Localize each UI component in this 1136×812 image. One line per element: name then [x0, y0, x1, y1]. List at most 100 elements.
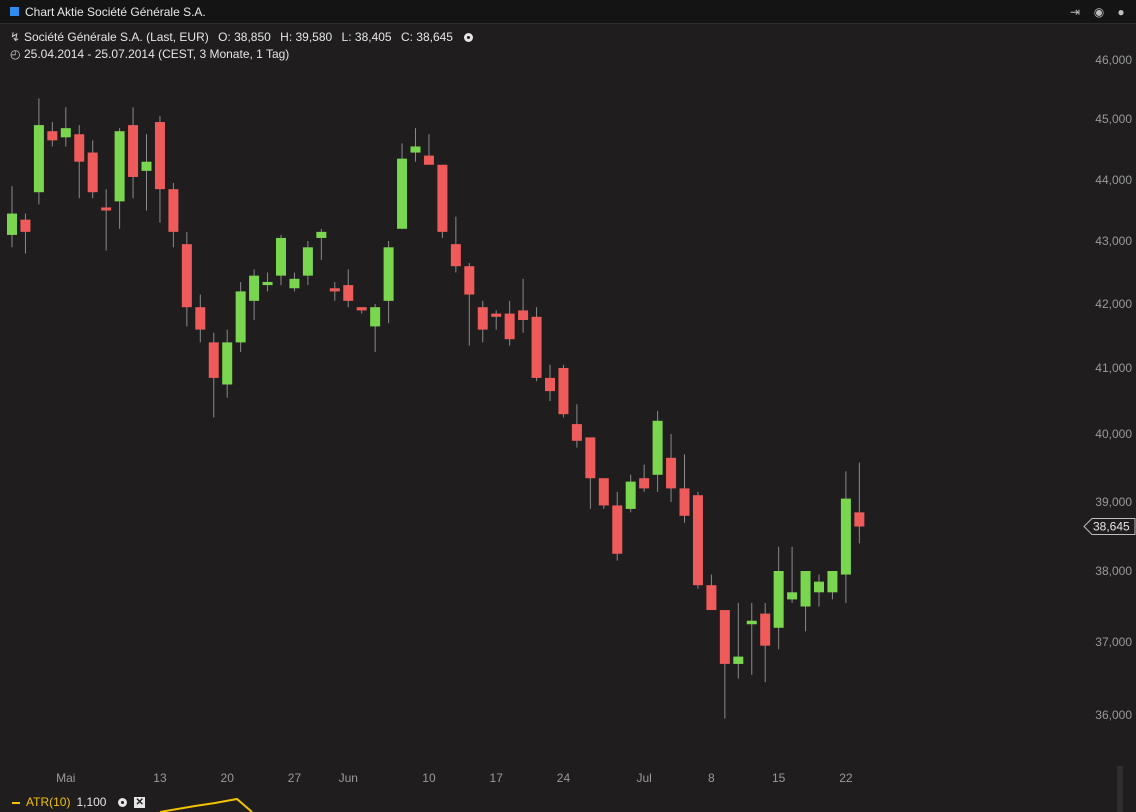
scrollbar[interactable] — [1117, 766, 1123, 812]
candle-down[interactable] — [423, 155, 434, 165]
x-axis: Mai 13 20 27 Jun 10 17 24 Jul 8 15 22 — [56, 771, 853, 785]
candle-down[interactable] — [87, 152, 98, 193]
candle-down[interactable] — [181, 244, 192, 308]
y-tick-label: 46,000 — [1095, 53, 1132, 67]
candle-up[interactable] — [746, 620, 757, 625]
atr-close-icon[interactable]: ✕ — [134, 797, 146, 809]
candle-down[interactable] — [504, 313, 515, 340]
last-price-label: 38,645 — [1093, 519, 1130, 533]
candle-up[interactable] — [302, 247, 313, 276]
candle-bodies — [7, 122, 865, 664]
candle-up[interactable] — [235, 291, 246, 343]
candle-down[interactable] — [491, 313, 502, 317]
candle-up[interactable] — [289, 278, 300, 289]
candle-down[interactable] — [437, 164, 448, 232]
candle-down[interactable] — [464, 266, 475, 295]
candle-up[interactable] — [60, 128, 71, 138]
candle-up[interactable] — [316, 231, 327, 238]
candle-up[interactable] — [222, 342, 233, 385]
y-axis: 36,000 37,000 38,000 39,000 40,000 41,000 42,0… — [1095, 53, 1132, 722]
candle-down[interactable] — [558, 368, 569, 415]
candle-down[interactable] — [692, 495, 703, 586]
candle-up[interactable] — [733, 656, 744, 664]
y-tick-label: 37,000 — [1095, 635, 1132, 649]
candle-up[interactable] — [114, 131, 125, 202]
candle-up[interactable] — [276, 237, 286, 276]
y-tick-label: 41,000 — [1095, 361, 1132, 375]
atr-line — [159, 797, 253, 812]
candle-down[interactable] — [128, 125, 139, 177]
x-tick-label: 8 — [708, 771, 715, 785]
y-tick-label: 42,000 — [1095, 297, 1132, 311]
candle-down[interactable] — [154, 122, 165, 190]
candle-up[interactable] — [33, 125, 44, 193]
candle-up[interactable] — [625, 481, 636, 509]
candle-down[interactable] — [329, 288, 340, 292]
candle-up[interactable] — [262, 281, 273, 286]
candle-up[interactable] — [814, 581, 824, 593]
candle-down[interactable] — [666, 457, 677, 489]
candle-up[interactable] — [410, 146, 421, 153]
x-tick-label: Jul — [636, 771, 651, 785]
price-chart[interactable]: 36,000 37,000 38,000 39,000 40,000 41,000 42,0… — [0, 0, 1136, 812]
candle-up[interactable] — [249, 275, 260, 301]
candle-down[interactable] — [343, 285, 354, 301]
x-tick-label: 20 — [221, 771, 235, 785]
candle-down[interactable] — [571, 424, 582, 441]
candle-up[interactable] — [370, 307, 381, 327]
y-tick-label: 44,000 — [1095, 173, 1132, 187]
y-tick-label: 45,000 — [1095, 112, 1132, 126]
candle-down[interactable] — [518, 310, 529, 320]
candle-up[interactable] — [397, 158, 408, 229]
y-tick-label: 43,000 — [1095, 234, 1132, 248]
x-tick-label: 15 — [772, 771, 786, 785]
candle-down[interactable] — [706, 585, 717, 611]
x-tick-label: 13 — [153, 771, 167, 785]
x-tick-label: Jun — [339, 771, 358, 785]
atr-line-icon — [12, 801, 20, 804]
candle-up[interactable] — [800, 571, 811, 607]
candle-up[interactable] — [827, 571, 838, 593]
candle-down[interactable] — [477, 307, 488, 330]
candle-down[interactable] — [679, 488, 690, 516]
x-tick-label: Mai — [56, 771, 75, 785]
candle-down[interactable] — [208, 342, 219, 378]
x-tick-label: 10 — [422, 771, 436, 785]
candle-down[interactable] — [612, 505, 623, 554]
y-tick-label: 39,000 — [1095, 495, 1132, 509]
x-tick-label: 27 — [288, 771, 302, 785]
atr-value: 1,100 — [76, 795, 107, 809]
candle-down[interactable] — [450, 244, 461, 267]
candle-down[interactable] — [545, 377, 555, 392]
candle-down[interactable] — [168, 189, 179, 232]
y-tick-label: 40,000 — [1095, 427, 1132, 441]
candle-down[interactable] — [531, 316, 542, 378]
candle-down[interactable] — [101, 207, 112, 211]
candle-up[interactable] — [141, 161, 152, 171]
candle-down[interactable] — [760, 613, 771, 646]
candle-down[interactable] — [639, 478, 650, 489]
candle-down[interactable] — [195, 307, 206, 330]
candle-down[interactable] — [719, 610, 730, 664]
x-tick-label: 24 — [557, 771, 571, 785]
candle-down[interactable] — [356, 307, 367, 311]
x-tick-label: 22 — [839, 771, 853, 785]
candle-down[interactable] — [47, 131, 58, 141]
candle-up[interactable] — [7, 213, 17, 235]
y-tick-label: 36,000 — [1095, 708, 1132, 722]
candle-up[interactable] — [787, 592, 798, 600]
candle-up[interactable] — [652, 420, 663, 475]
atr-settings-icon[interactable] — [117, 798, 127, 808]
candle-up[interactable] — [840, 498, 851, 575]
candle-down[interactable] — [585, 437, 596, 479]
candle-down[interactable] — [854, 512, 865, 527]
candle-up[interactable] — [773, 571, 784, 628]
candle-wicks — [11, 98, 860, 719]
atr-legend: ATR(10) 1,100 ✕ — [12, 795, 146, 809]
candle-down[interactable] — [598, 478, 609, 506]
candle-up[interactable] — [383, 247, 394, 301]
candle-down[interactable] — [20, 219, 31, 232]
candle-down[interactable] — [74, 134, 85, 162]
atr-name: ATR(10) — [26, 795, 71, 809]
x-tick-label: 17 — [490, 771, 504, 785]
